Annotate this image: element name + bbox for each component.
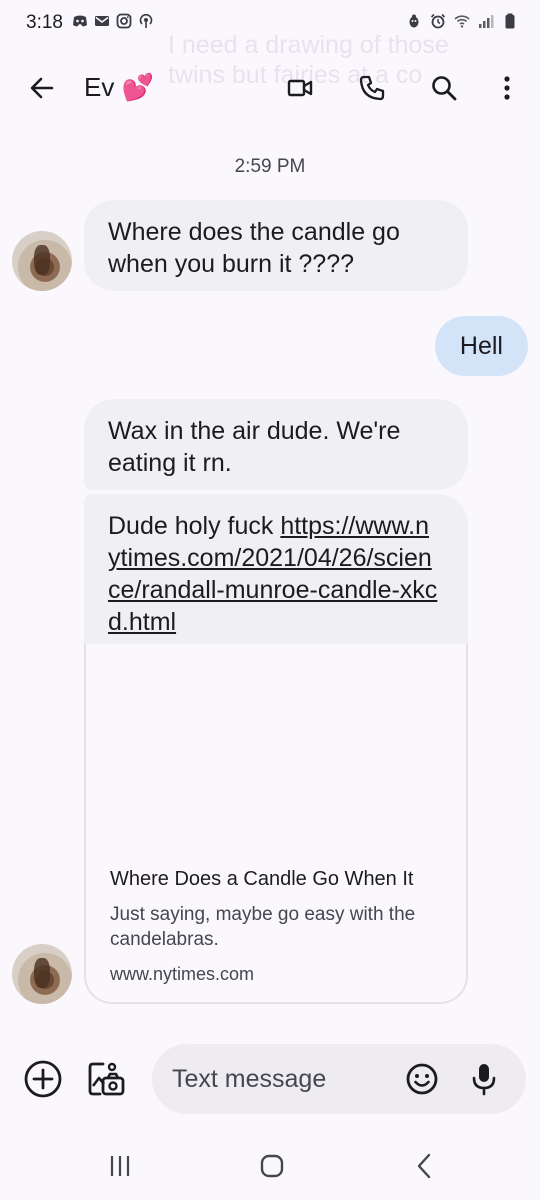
contact-name[interactable]: Ev 💕 [84,72,154,103]
message-text: Wax in the air dude. We're eating it rn. [108,417,401,477]
status-right-icons [406,12,518,30]
search-icon [432,76,457,101]
outgoing-message-bubble[interactable]: Hell [434,316,528,376]
voice-input-button[interactable] [462,1057,506,1106]
gallery-camera-icon [88,1062,125,1096]
incoming-message-bubble[interactable]: Wax in the air dude. We're eating it rn. [84,399,468,490]
microphone-icon [472,1064,496,1096]
emoji-icon [406,1063,438,1095]
message-text: Where does the candle go when you burn i… [108,218,400,278]
emoji-button[interactable] [400,1057,444,1106]
back-button[interactable] [20,66,64,110]
link-preview-title: Where Does a Candle Go When It [110,868,414,890]
incoming-link-message-bubble[interactable]: Dude holy fuck https://www.nytimes.com/2… [84,494,468,646]
instagram-icon [116,12,132,30]
message-text: Dude holy fuck [108,512,281,540]
more-options-button[interactable] [485,66,529,110]
incoming-message-bubble[interactable]: Where does the candle go when you burn i… [84,200,468,291]
status-left-icons [72,12,154,30]
bug-icon [406,12,422,30]
home-button[interactable] [248,1144,296,1188]
back-arrow-icon [30,77,54,99]
message-timestamp: 2:59 PM [234,156,306,177]
recent-apps-icon [110,1156,130,1176]
back-chevron-icon [417,1153,431,1179]
discord-icon [72,12,88,30]
status-time: 3:18 [26,12,63,33]
podcast-icon [138,12,154,30]
video-call-button[interactable] [278,66,322,110]
contact-avatar[interactable] [12,944,72,1004]
phone-icon [359,75,385,101]
phone-call-button[interactable] [350,66,394,110]
contact-avatar[interactable] [12,231,72,291]
add-circle-icon [24,1060,62,1098]
message-text: Hell [459,332,503,360]
signal-icon [478,12,494,30]
video-call-icon [287,79,313,97]
back-nav-button[interactable] [400,1144,448,1188]
search-button[interactable] [422,66,466,110]
mail-icon [94,12,110,30]
link-preview-card[interactable]: Where Does a Candle Go When It Just sayi… [84,644,468,1004]
battery-icon [502,12,518,30]
message-input-placeholder: Text message [172,1065,327,1093]
app-bar: Ev 💕 [0,58,540,118]
recent-apps-button[interactable] [96,1144,144,1188]
alarm-icon [430,12,446,30]
more-vert-icon [504,76,510,100]
link-preview-description: Just saying, maybe go easy with the cand… [110,904,416,950]
attach-button[interactable] [22,1058,64,1105]
gallery-button[interactable] [85,1058,127,1105]
link-preview-domain: www.nytimes.com [110,964,255,984]
wifi-icon [454,12,470,30]
message-input[interactable]: Text message [152,1044,526,1114]
home-icon [260,1154,284,1178]
